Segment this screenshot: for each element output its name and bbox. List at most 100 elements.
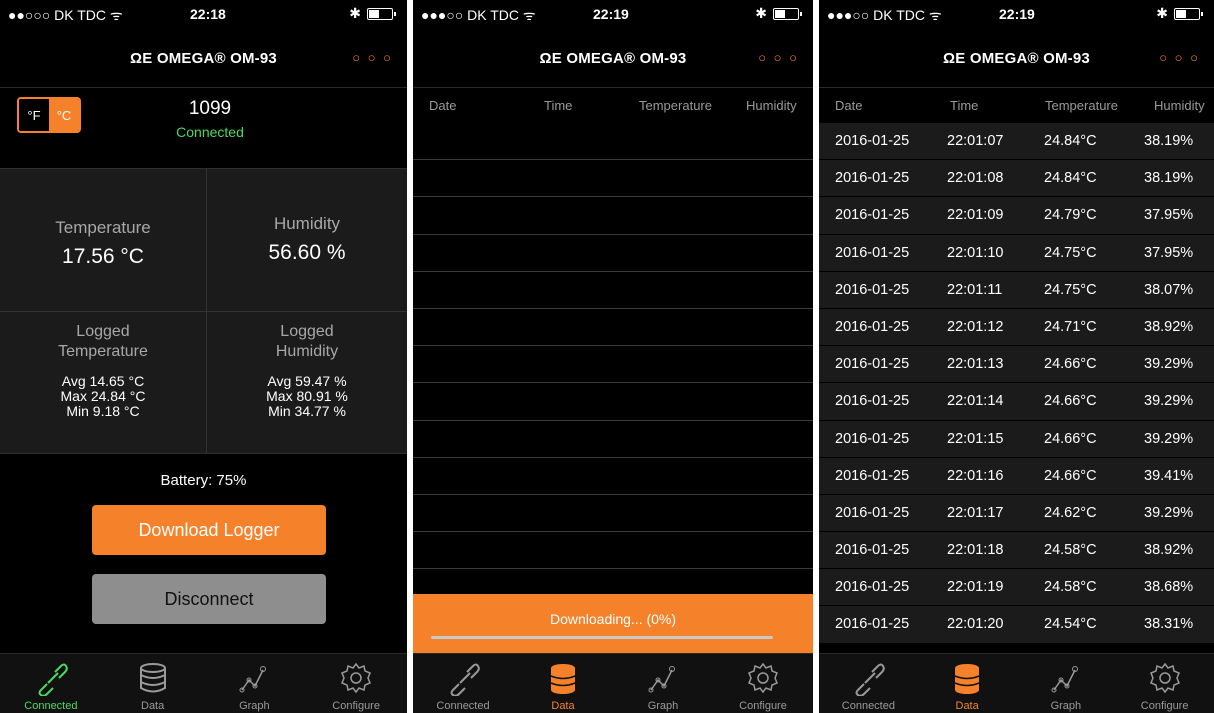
tab-label: Connected — [841, 700, 895, 712]
bluetooth-icon: ✱ — [1156, 5, 1168, 21]
column-header-time[interactable]: Time — [950, 98, 978, 113]
empty-table-row — [413, 383, 813, 421]
table-row[interactable]: 2016-01-25 22:01:14 24.66°C 39.29% — [819, 383, 1214, 421]
empty-table-row — [413, 309, 813, 347]
cell-humidity: 39.29% — [1144, 430, 1194, 447]
cell-date: 2016-01-25 — [835, 281, 910, 298]
cell-time: 22:01:08 — [947, 170, 1004, 187]
empty-table-row — [413, 532, 813, 570]
device-id: 1099 — [188, 98, 232, 119]
tab-graph[interactable]: Graph — [613, 654, 713, 713]
tab-data[interactable]: Data — [918, 654, 1017, 713]
empty-table-row — [413, 272, 813, 309]
table-row[interactable]: 2016-01-25 22:01:19 24.58°C 38.68% — [819, 569, 1214, 607]
more-menu-icon[interactable]: ○ ○ ○ — [352, 50, 393, 65]
download-logger-button[interactable]: Download Logger — [92, 505, 326, 555]
table-row[interactable]: 2016-01-25 22:01:12 24.71°C 38.92% — [819, 308, 1214, 347]
cell-temperature: 24.84°C — [1044, 170, 1097, 187]
tab-label: Connected — [24, 700, 78, 712]
tab-connected[interactable]: Connected — [0, 654, 102, 713]
table-row[interactable]: 2016-01-25 22:01:09 24.79°C 37.95% — [819, 197, 1214, 235]
clock: 22:19 — [999, 6, 1035, 22]
cell-date: 2016-01-25 — [835, 616, 910, 633]
column-header-time[interactable]: Time — [544, 98, 572, 113]
cell-temperature: 24.66°C — [1044, 430, 1097, 447]
cell-time: 22:01:09 — [947, 207, 1004, 224]
cell-humidity: 39.29% — [1144, 356, 1194, 373]
tab-data[interactable]: Data — [102, 654, 204, 713]
cell-humidity: 38.07% — [1144, 281, 1194, 298]
clock: 22:18 — [190, 6, 226, 22]
tab-label: Configure — [332, 700, 380, 712]
table-row[interactable]: 2016-01-25 22:01:17 24.62°C 39.29% — [819, 494, 1214, 533]
database-icon — [139, 663, 166, 693]
battery-icon — [1174, 8, 1203, 20]
column-header-date[interactable]: Date — [429, 98, 456, 113]
battery-icon — [367, 8, 396, 20]
unit-celsius-button[interactable]: °C — [49, 99, 79, 131]
column-header-humidity[interactable]: Humidity — [746, 98, 797, 113]
humidity-label: Humidity — [273, 214, 341, 233]
table-header: Date Time Temperature Humidity — [413, 90, 813, 124]
app-title: ΩE OMEGA® OM-93 — [130, 50, 277, 67]
cell-time: 22:01:10 — [947, 244, 1004, 261]
graph-icon — [1051, 666, 1078, 693]
carrier-label: ●●○○○ DK TDC ᯤ — [8, 7, 123, 23]
column-header-temperature[interactable]: Temperature — [639, 98, 712, 113]
cell-temperature: 24.66°C — [1044, 467, 1097, 484]
table-row[interactable]: 2016-01-25 22:01:13 24.66°C 39.29% — [819, 346, 1214, 384]
table-row[interactable]: 2016-01-25 22:01:20 24.54°C 38.31% — [819, 606, 1214, 644]
tab-label: Connected — [436, 700, 490, 712]
disconnect-button[interactable]: Disconnect — [92, 574, 326, 624]
cell-humidity: 38.19% — [1144, 133, 1194, 149]
table-header: Date Time Temperature Humidity — [819, 90, 1214, 124]
cell-time: 22:01:16 — [947, 467, 1004, 484]
unit-toggle[interactable]: °F °C — [17, 97, 81, 133]
cell-time: 22:01:11 — [947, 281, 1003, 298]
unit-fahrenheit-button[interactable]: °F — [19, 99, 49, 131]
cell-date: 2016-01-25 — [835, 318, 910, 335]
more-menu-icon[interactable]: ○ ○ ○ — [1159, 50, 1200, 65]
table-row[interactable]: 2016-01-25 22:01:11 24.75°C 38.07% — [819, 271, 1214, 309]
empty-table-row — [413, 160, 813, 198]
logged-humidity-min: Min 34.77 % — [268, 403, 346, 419]
cell-date: 2016-01-25 — [835, 170, 910, 187]
column-header-humidity[interactable]: Humidity — [1154, 98, 1205, 113]
logged-humidity-label-line2: Humidity — [275, 343, 339, 360]
column-header-temperature[interactable]: Temperature — [1045, 98, 1118, 113]
app-title: ΩE OMEGA® OM-93 — [943, 50, 1090, 67]
tab-label: Data — [551, 700, 575, 712]
table-row[interactable]: 2016-01-25 22:01:08 24.84°C 38.19% — [819, 160, 1214, 198]
clock: 22:19 — [593, 6, 629, 22]
cell-time: 22:01:19 — [947, 579, 1004, 596]
table-row[interactable]: 2016-01-25 22:01:16 24.66°C 39.41% — [819, 457, 1214, 495]
logged-temperature-max: Max 24.84 °C — [60, 388, 146, 404]
tab-graph[interactable]: Graph — [1017, 654, 1116, 713]
tab-connected[interactable]: Connected — [819, 654, 918, 713]
column-header-date[interactable]: Date — [835, 98, 862, 113]
cell-time: 22:01:15 — [947, 430, 1004, 447]
database-icon — [954, 664, 980, 694]
cell-date: 2016-01-25 — [835, 356, 910, 373]
database-icon — [550, 664, 576, 694]
more-menu-icon[interactable]: ○ ○ ○ — [758, 50, 799, 65]
tab-configure[interactable]: Configure — [713, 654, 813, 713]
table-row[interactable]: 2016-01-25 22:01:10 24.75°C 37.95% — [819, 234, 1214, 272]
tab-graph[interactable]: Graph — [204, 654, 306, 713]
tab-configure[interactable]: Configure — [1115, 654, 1214, 713]
tab-label: Graph — [1050, 700, 1082, 712]
table-row[interactable]: 2016-01-25 22:01:07 24.84°C 38.19% — [819, 123, 1214, 161]
cell-date: 2016-01-25 — [835, 542, 910, 559]
logged-temperature-label-line1: Logged — [76, 323, 130, 340]
cell-time: 22:01:17 — [947, 504, 1004, 521]
table-row[interactable]: 2016-01-25 22:01:15 24.66°C 39.29% — [819, 420, 1214, 458]
tab-configure[interactable]: Configure — [305, 654, 407, 713]
table-row[interactable]: 2016-01-25 22:01:18 24.58°C 38.92% — [819, 532, 1214, 570]
nav-bar: ΩE OMEGA® OM-93 ○ ○ ○ — [413, 30, 813, 88]
empty-table-row — [413, 235, 813, 272]
cell-temperature: 24.66°C — [1044, 393, 1097, 410]
empty-table-row — [413, 346, 813, 384]
tab-connected[interactable]: Connected — [413, 654, 513, 713]
cell-temperature: 24.75°C — [1044, 281, 1097, 298]
tab-data[interactable]: Data — [513, 654, 613, 713]
